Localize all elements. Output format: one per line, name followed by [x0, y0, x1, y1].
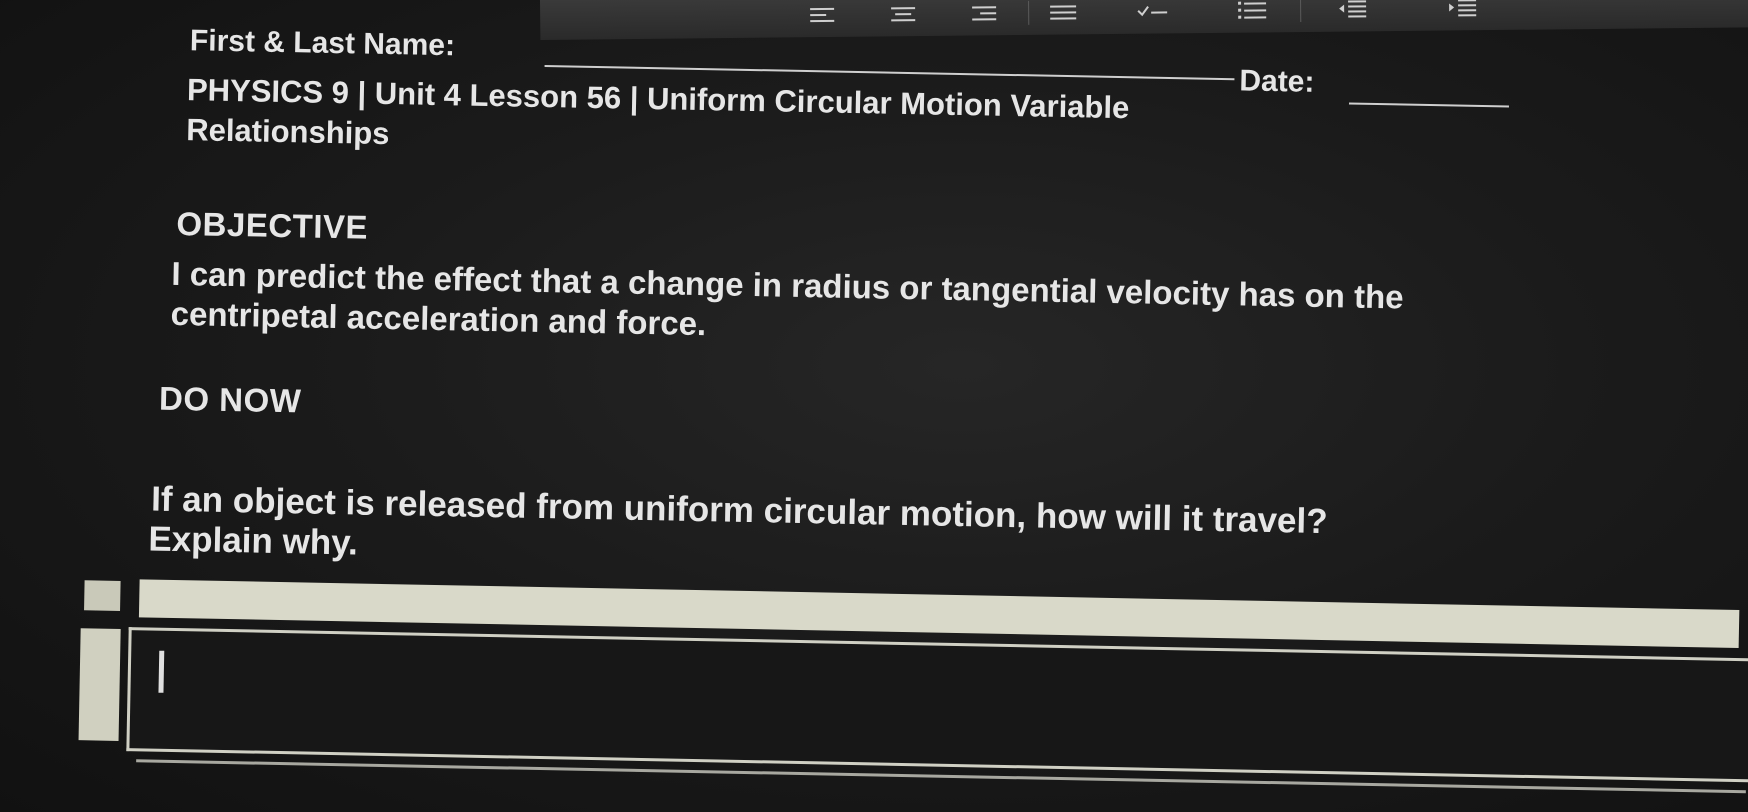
date-blank-line[interactable]: [1348, 102, 1509, 108]
screen: First & Last Name: Date: PHYSICS 9 | Uni…: [0, 0, 1748, 812]
lesson-title-line2: Relationships: [185, 112, 390, 152]
do-now-question-line2: Explain why.: [148, 519, 359, 563]
text-cursor: [158, 650, 165, 693]
decrease-indent-icon[interactable]: [1330, 0, 1376, 22]
increase-indent-icon[interactable]: [1440, 0, 1486, 21]
margin-marker: [78, 628, 121, 741]
toolbar-separator: [1300, 0, 1302, 23]
margin-marker: [84, 580, 121, 611]
answer-text-box[interactable]: [126, 627, 1748, 783]
name-blank-line[interactable]: [544, 65, 1235, 81]
objective-text-line2: centripetal acceleration and force.: [170, 294, 707, 343]
document-page: First & Last Name: Date: PHYSICS 9 | Uni…: [0, 0, 1748, 812]
do-now-heading: DO NOW: [158, 379, 302, 420]
objective-heading: OBJECTIVE: [176, 204, 369, 246]
name-label: First & Last Name:: [189, 24, 456, 63]
date-label: Date:: [1239, 64, 1315, 99]
